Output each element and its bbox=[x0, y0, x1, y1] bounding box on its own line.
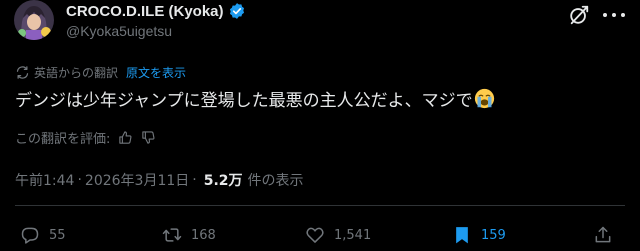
bookmark-filled-icon bbox=[456, 227, 468, 244]
meta-separator-2: · bbox=[192, 172, 197, 188]
translated-from-label: 英語からの翻訳 bbox=[34, 66, 119, 80]
loudly-crying-face-icon bbox=[474, 88, 494, 109]
translation-row: 英語からの翻訳 原文を表示 bbox=[15, 64, 186, 81]
author-handle[interactable]: @Kyoka5uigetsu bbox=[66, 23, 172, 39]
like-button[interactable]: 1,541 bbox=[305, 225, 371, 245]
tweet-date[interactable]: 2026年3月11日 bbox=[85, 170, 189, 190]
avatar[interactable] bbox=[14, 0, 54, 40]
verified-badge-icon bbox=[229, 3, 244, 19]
translate-icon bbox=[16, 66, 29, 79]
grok-icon[interactable] bbox=[568, 4, 590, 26]
bookmark-button[interactable]: 159 bbox=[452, 225, 506, 245]
meta-separator: · bbox=[77, 172, 82, 188]
more-options-icon[interactable] bbox=[603, 7, 625, 23]
show-original-link[interactable]: 原文を表示 bbox=[126, 64, 186, 81]
repost-icon bbox=[162, 228, 182, 242]
display-name[interactable]: CROCO.D.ILE (Kyoka) bbox=[66, 3, 224, 20]
views-label: 件の表示 bbox=[247, 173, 304, 189]
reply-icon bbox=[21, 227, 39, 244]
reply-count: 55 bbox=[49, 227, 66, 243]
tweet-time[interactable]: 午前1:44 bbox=[15, 170, 74, 190]
like-count: 1,541 bbox=[334, 227, 372, 243]
tweet-text: デンジは少年ジャンプに登場した最悪の主人公だよ、マジで bbox=[15, 86, 495, 111]
divider bbox=[15, 205, 625, 206]
avatar-image bbox=[14, 0, 54, 40]
author-name-row[interactable]: CROCO.D.ILE (Kyoka) bbox=[66, 2, 246, 20]
share-button[interactable] bbox=[593, 225, 622, 245]
repost-button[interactable]: 168 bbox=[162, 225, 216, 245]
reply-button[interactable]: 55 bbox=[20, 225, 66, 245]
rate-translation-label: この翻訳を評価: bbox=[15, 132, 111, 147]
rate-translation-row: この翻訳を評価: bbox=[15, 128, 156, 147]
bookmark-count: 159 bbox=[481, 227, 506, 243]
thumbs-up-icon[interactable] bbox=[118, 130, 133, 145]
thumbs-down-icon[interactable] bbox=[141, 130, 156, 145]
heart-icon bbox=[306, 227, 324, 243]
views-count: 5.2万 bbox=[203, 173, 243, 189]
tweet-meta: 午前1:44 · 2026年3月11日 · 5.2万 件の表示 bbox=[15, 170, 304, 190]
share-icon bbox=[595, 226, 611, 243]
repost-count: 168 bbox=[191, 227, 216, 243]
tweet-body: デンジは少年ジャンプに登場した最悪の主人公だよ、マジで bbox=[15, 91, 473, 111]
